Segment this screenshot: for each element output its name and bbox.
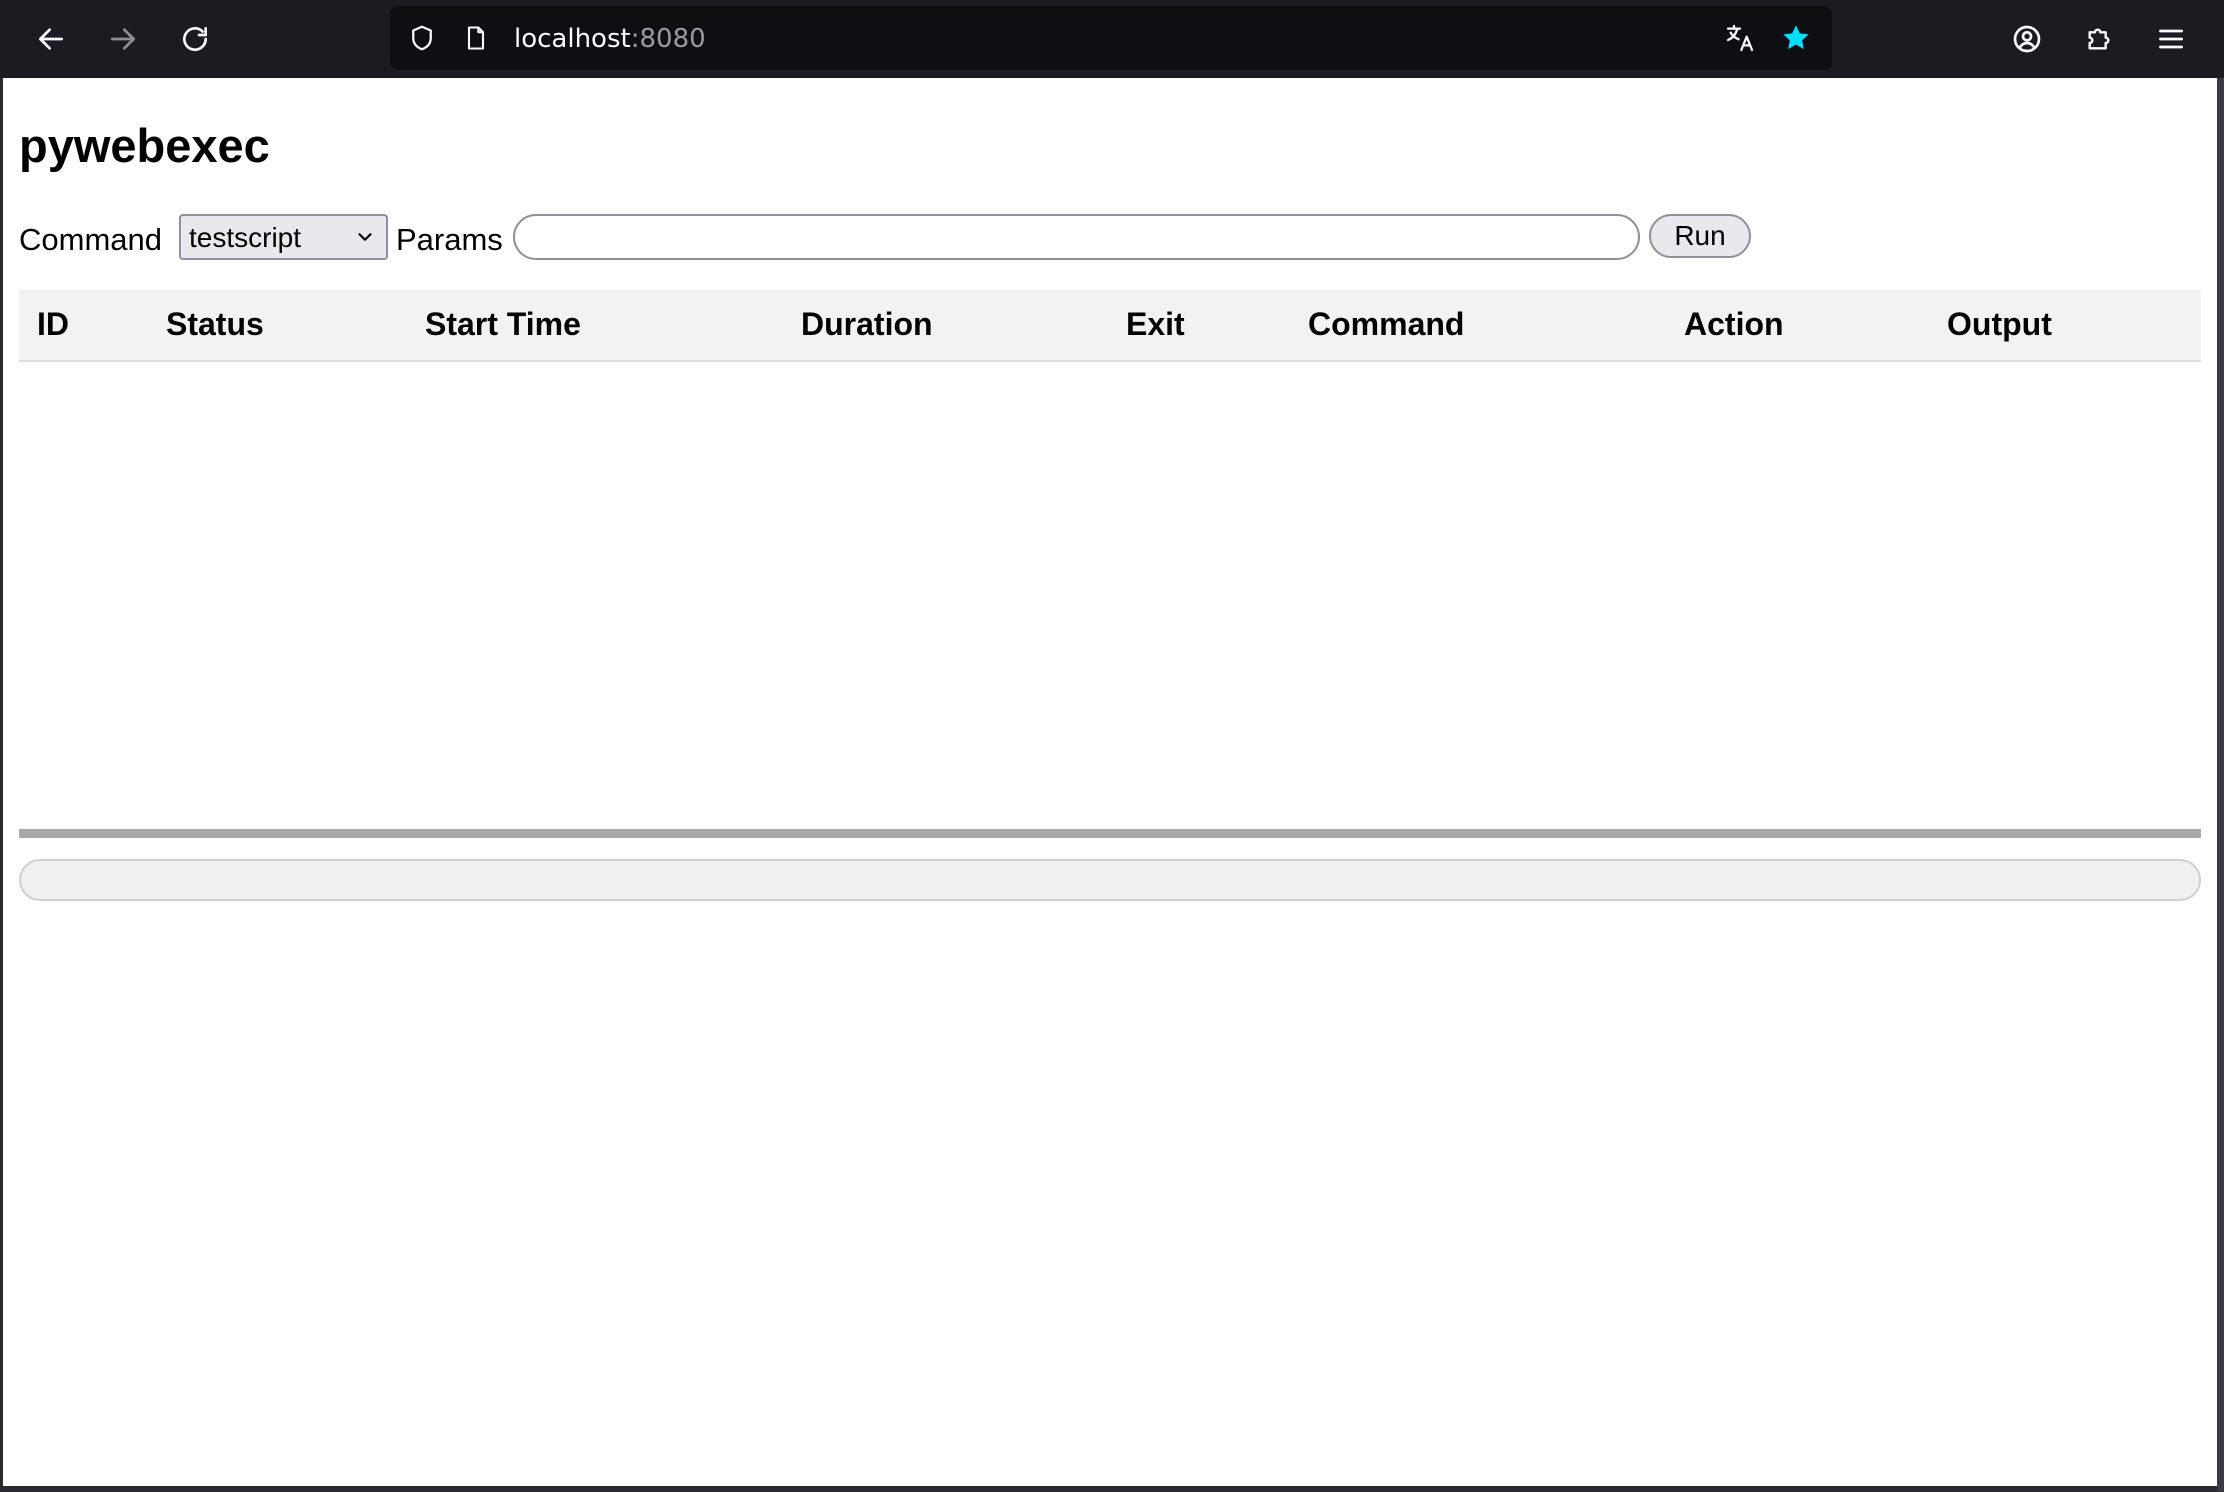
- run-button[interactable]: Run: [1649, 214, 1751, 258]
- puzzle-icon: [2088, 28, 2110, 50]
- forward-button[interactable]: [98, 14, 148, 64]
- column-header-output: Output: [1947, 306, 2052, 342]
- column-header-exit: Exit: [1126, 306, 1185, 342]
- bookmark-star-icon[interactable]: [1780, 22, 1812, 54]
- menu-button[interactable]: [2146, 14, 2196, 64]
- account-button[interactable]: [2002, 14, 2052, 64]
- command-select-value: testscript: [189, 222, 302, 253]
- page-viewport: pywebexec Command testscript Params Run …: [3, 78, 2217, 1486]
- extensions-button[interactable]: [2074, 14, 2124, 64]
- column-header-status: Status: [166, 306, 264, 342]
- column-header-action: Action: [1684, 306, 1784, 342]
- commands-table-header: ID Status Start Time Duration Exit Comma…: [19, 290, 2201, 362]
- command-select[interactable]: testscript: [179, 214, 388, 260]
- url-text[interactable]: localhost:8080: [514, 24, 706, 54]
- url-bar[interactable]: localhost:8080: [390, 6, 1832, 70]
- account-icon: [2013, 25, 2041, 53]
- command-form: Command testscript Params Run: [19, 214, 1759, 262]
- hamburger-menu-icon: [2159, 29, 2183, 49]
- window-edge: [2217, 78, 2224, 1492]
- column-header-duration: Duration: [801, 306, 933, 342]
- params-input[interactable]: [513, 214, 1640, 260]
- back-button[interactable]: [26, 14, 76, 64]
- browser-toolbar: localhost:8080: [0, 0, 2224, 78]
- reload-icon: [183, 27, 207, 51]
- reload-button[interactable]: [170, 14, 220, 64]
- column-header-id: ID: [37, 306, 69, 342]
- url-host: localhost: [514, 24, 631, 54]
- chevron-down-icon: [358, 233, 372, 241]
- url-port: :8080: [630, 24, 706, 54]
- arrow-right-icon: [111, 28, 135, 50]
- output-panel[interactable]: [19, 859, 2201, 901]
- shield-icon[interactable]: [406, 22, 438, 54]
- translate-icon[interactable]: [1724, 22, 1756, 54]
- page-title: pywebexec: [19, 119, 270, 172]
- arrow-left-icon: [39, 28, 63, 50]
- params-label: Params: [396, 222, 503, 257]
- page-icon[interactable]: [460, 22, 492, 54]
- column-header-command: Command: [1308, 306, 1465, 342]
- column-header-start-time: Start Time: [425, 306, 581, 342]
- resize-divider[interactable]: [19, 829, 2201, 838]
- command-label: Command: [19, 222, 162, 257]
